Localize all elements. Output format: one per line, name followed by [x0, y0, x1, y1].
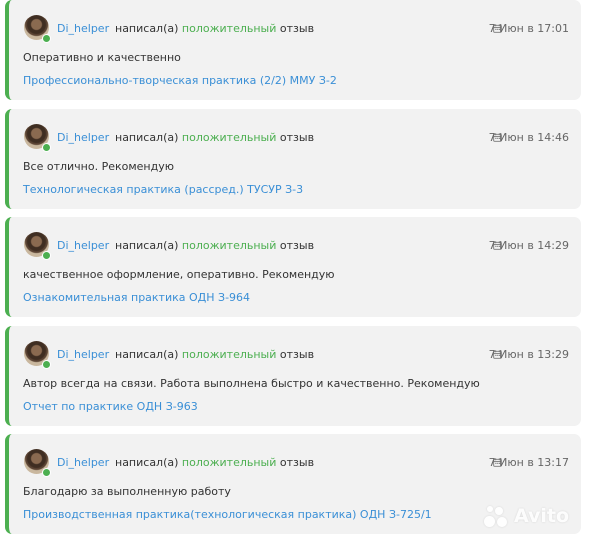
review-date: 7 Июн в 17:01	[488, 22, 569, 35]
work-link[interactable]: Технологическая практика (рассред.) ТУСУ…	[23, 183, 303, 196]
review-card: Di_helper написал(а) положительный отзыв…	[5, 325, 581, 426]
action-suffix: отзыв	[279, 456, 315, 469]
review-date: 7 Июн в 13:17	[488, 456, 569, 469]
review-date: 7 Июн в 14:29	[488, 239, 569, 252]
review-action: написал(а) положительный отзыв	[115, 348, 314, 361]
sentiment-label: положительный	[181, 22, 277, 35]
work-link[interactable]: Ознакомительная практика ОДН З-964	[23, 291, 250, 304]
review-date: 7 Июн в 14:46	[488, 130, 569, 144]
avito-logo-icon	[484, 504, 510, 528]
review-comment: Благодарю за выполненную работу	[23, 485, 231, 498]
online-status-icon	[42, 359, 51, 369]
action-suffix: отзыв	[279, 130, 315, 144]
review-comment: Автор всегда на связи. Работа выполнена …	[23, 376, 480, 390]
username-link[interactable]: Di_helper	[57, 348, 109, 361]
review-card: Di_helper написал(а) положительный отзыв…	[5, 0, 581, 100]
review-action: написал(а) положительный отзыв	[115, 131, 314, 144]
review-date: 7 Июн в 13:29	[488, 347, 569, 361]
action-prefix: написал(а)	[115, 130, 179, 144]
review-action: написал(а) положительный отзыв	[115, 22, 314, 35]
work-link[interactable]: Производственная практика(технологическа…	[23, 508, 432, 521]
action-suffix: отзыв	[279, 347, 315, 361]
avito-watermark: Avito	[484, 503, 578, 529]
sentiment-label: положительный	[181, 456, 277, 469]
online-status-icon	[42, 468, 51, 477]
review-comment: Оперативно и качественно	[23, 51, 181, 64]
action-prefix: написал(а)	[115, 456, 179, 469]
review-action: написал(а) положительный отзыв	[115, 239, 314, 252]
review-comment: Все отлично. Рекомендую	[23, 159, 174, 173]
online-status-icon	[42, 142, 51, 152]
review-card: Di_helper написал(а) положительный отзыв…	[5, 108, 581, 209]
work-link[interactable]: Профессионально-творческая практика (2/2…	[23, 74, 337, 87]
review-card: Di_helper написал(а) положительный отзыв…	[5, 217, 581, 317]
sentiment-label: положительный	[181, 347, 277, 361]
sentiment-label: положительный	[181, 239, 277, 252]
review-action: написал(а) положительный отзыв	[115, 456, 314, 469]
action-suffix: отзыв	[279, 239, 315, 252]
review-comment: качественное оформление, оперативно. Рек…	[23, 268, 335, 281]
online-status-icon	[42, 251, 51, 260]
username-link[interactable]: Di_helper	[57, 22, 109, 35]
work-link[interactable]: Отчет по практике ОДН З-963	[23, 400, 198, 413]
action-prefix: написал(а)	[115, 347, 179, 361]
action-suffix: отзыв	[279, 22, 315, 35]
username-link[interactable]: Di_helper	[57, 131, 109, 144]
online-status-icon	[42, 34, 51, 43]
avito-wordmark: Avito	[514, 505, 570, 527]
action-prefix: написал(а)	[115, 239, 179, 252]
username-link[interactable]: Di_helper	[57, 239, 109, 252]
action-prefix: написал(а)	[115, 22, 179, 35]
reviews-list: Di_helper написал(а) положительный отзыв…	[5, 0, 581, 543]
sentiment-label: положительный	[181, 130, 277, 144]
username-link[interactable]: Di_helper	[57, 456, 109, 469]
